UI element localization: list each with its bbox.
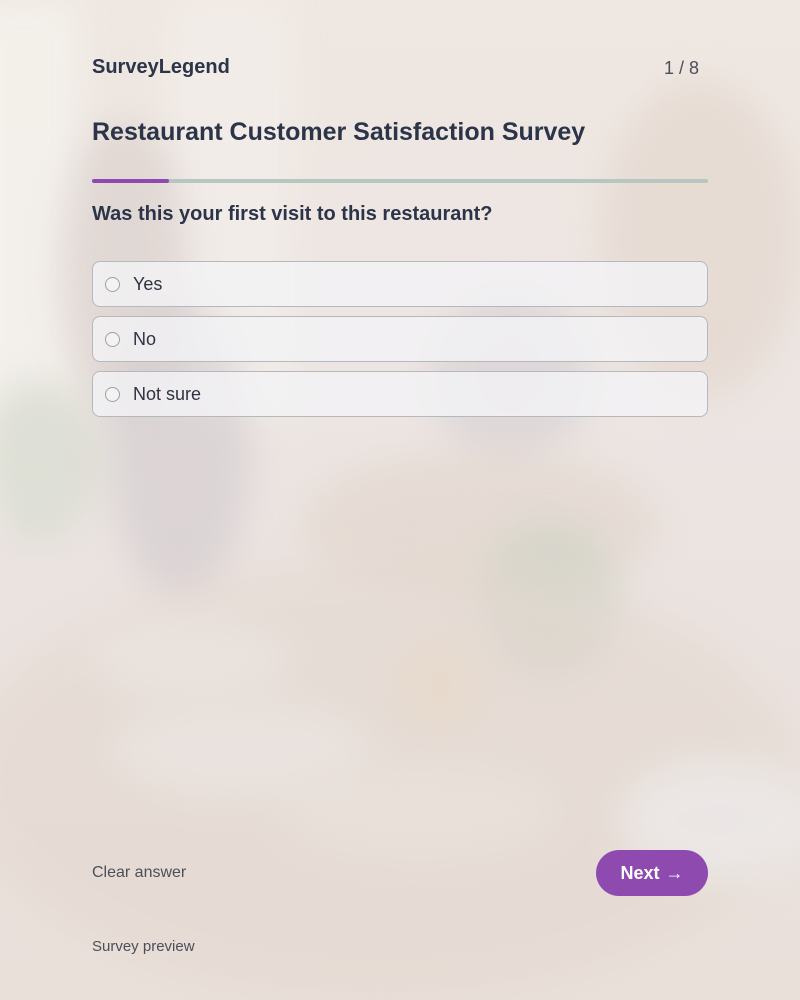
- next-button-label: Next: [620, 862, 660, 883]
- option-label: Not sure: [133, 383, 202, 404]
- next-button[interactable]: Next →: [596, 850, 708, 896]
- progress-fill: [92, 179, 169, 183]
- option-yes[interactable]: Yes: [92, 261, 708, 307]
- progress-bar: [92, 179, 708, 183]
- survey-preview-label: Survey preview: [92, 938, 195, 955]
- question-counter: 1 / 8: [663, 58, 699, 78]
- answer-options: Yes No Not sure: [92, 261, 708, 426]
- radio-icon[interactable]: [105, 386, 120, 402]
- option-not-sure[interactable]: Not sure: [92, 371, 708, 417]
- option-no[interactable]: No: [92, 316, 708, 362]
- survey-page: SurveyLegend 1 / 8 Restaurant Customer S…: [92, 0, 708, 1000]
- survey-title: Restaurant Customer Satisfaction Survey: [92, 118, 586, 146]
- question-text: Was this your first visit to this restau…: [92, 203, 493, 225]
- clear-answer-link[interactable]: Clear answer: [92, 864, 186, 882]
- option-label: No: [133, 328, 157, 349]
- radio-icon[interactable]: [105, 331, 120, 347]
- arrow-right-icon: →: [665, 862, 684, 883]
- brand-logo: SurveyLegend: [92, 56, 230, 78]
- radio-icon[interactable]: [105, 276, 120, 292]
- option-label: Yes: [133, 273, 163, 294]
